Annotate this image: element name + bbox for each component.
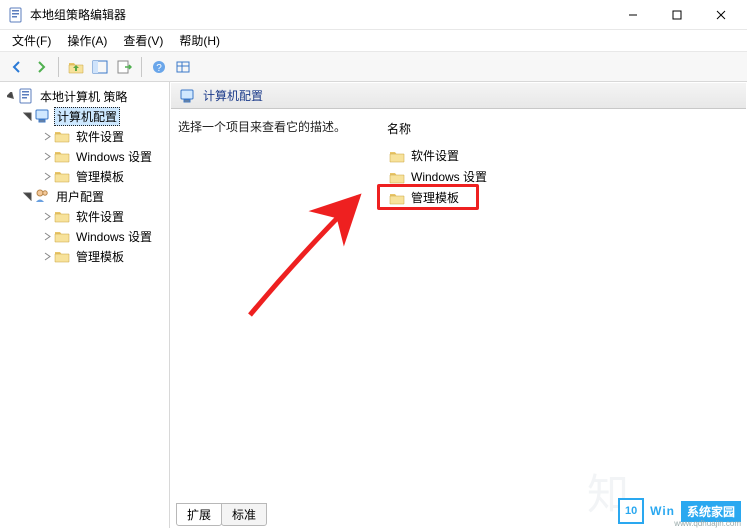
tab-extended[interactable]: 扩展	[176, 503, 222, 526]
tree-comp-windows[interactable]: Windows 设置	[0, 146, 169, 166]
list-item-software[interactable]: 软件设置	[383, 145, 739, 166]
maximize-button[interactable]	[655, 1, 699, 29]
list-item-templates[interactable]: 管理模板	[383, 187, 739, 208]
tree-root[interactable]: 本地计算机 策略	[0, 86, 169, 106]
export-list-button[interactable]	[113, 56, 135, 78]
folder-icon	[389, 190, 405, 206]
menu-file[interactable]: 文件(F)	[4, 30, 59, 51]
computer-icon	[179, 88, 195, 104]
collapse-icon[interactable]	[20, 192, 34, 201]
tree-root-label: 本地计算机 策略	[38, 88, 129, 105]
folder-icon	[54, 168, 70, 184]
description-text: 选择一个项目来查看它的描述。	[178, 118, 383, 528]
folder-icon	[54, 248, 70, 264]
watermark-brand1: Win	[650, 504, 675, 518]
details-header: 计算机配置	[171, 83, 746, 109]
details-title: 计算机配置	[203, 87, 263, 104]
svg-text:?: ?	[156, 63, 162, 74]
tree-user-software[interactable]: 软件设置	[0, 206, 169, 226]
expand-icon[interactable]	[40, 212, 54, 221]
tab-standard[interactable]: 标准	[221, 503, 267, 526]
expand-icon[interactable]	[40, 172, 54, 181]
app-icon	[8, 7, 24, 23]
folder-icon	[54, 148, 70, 164]
tree-user-windows[interactable]: Windows 设置	[0, 226, 169, 246]
list-item-windows[interactable]: Windows 设置	[383, 166, 739, 187]
titlebar: 本地组策略编辑器	[0, 0, 747, 30]
watermark-url: www.qdhuajin.com	[674, 519, 741, 528]
close-button[interactable]	[699, 1, 743, 29]
watermark-badge: 10	[618, 498, 644, 524]
tree-computer-config[interactable]: 计算机配置	[0, 106, 169, 126]
menu-help[interactable]: 帮助(H)	[171, 30, 228, 51]
expand-icon[interactable]	[40, 152, 54, 161]
filter-button[interactable]	[172, 56, 194, 78]
help-button[interactable]: ?	[148, 56, 170, 78]
folder-icon	[54, 208, 70, 224]
back-button[interactable]	[6, 56, 28, 78]
tree-user-templates[interactable]: 管理模板	[0, 246, 169, 266]
users-icon	[34, 188, 50, 204]
expand-icon[interactable]	[4, 92, 18, 101]
tree-user-config[interactable]: 用户配置	[0, 186, 169, 206]
items-list: 名称 软件设置 Windows 设置 管理模板	[383, 118, 739, 528]
column-name[interactable]: 名称	[383, 118, 739, 139]
folder-icon	[54, 128, 70, 144]
minimize-button[interactable]	[611, 1, 655, 29]
folder-icon	[389, 169, 405, 185]
expand-icon[interactable]	[40, 132, 54, 141]
tree-comp-software[interactable]: 软件设置	[0, 126, 169, 146]
collapse-icon[interactable]	[20, 112, 34, 121]
show-hide-tree-button[interactable]	[89, 56, 111, 78]
window-title: 本地组策略编辑器	[30, 6, 611, 23]
menu-action[interactable]: 操作(A)	[59, 30, 115, 51]
tree-comp-templates[interactable]: 管理模板	[0, 166, 169, 186]
computer-icon	[34, 108, 50, 124]
view-tabs: 扩展 标准	[176, 504, 266, 526]
policy-icon	[18, 88, 34, 104]
tree-computer-label: 计算机配置	[54, 107, 120, 126]
folder-icon	[389, 148, 405, 164]
forward-button[interactable]	[30, 56, 52, 78]
expand-icon[interactable]	[40, 252, 54, 261]
menu-view[interactable]: 查看(V)	[115, 30, 171, 51]
menubar: 文件(F) 操作(A) 查看(V) 帮助(H)	[0, 30, 747, 52]
toolbar: ?	[0, 52, 747, 82]
details-panel: 计算机配置 选择一个项目来查看它的描述。 名称 软件设置 Windows 设置	[170, 82, 747, 528]
folder-icon	[54, 228, 70, 244]
tree-user-label: 用户配置	[54, 188, 106, 205]
up-button[interactable]	[65, 56, 87, 78]
expand-icon[interactable]	[40, 232, 54, 241]
tree-panel[interactable]: 本地计算机 策略 计算机配置 软件设置 Windows 设置 管理模板 用户配置	[0, 82, 170, 528]
main-content: 本地计算机 策略 计算机配置 软件设置 Windows 设置 管理模板 用户配置	[0, 82, 747, 528]
